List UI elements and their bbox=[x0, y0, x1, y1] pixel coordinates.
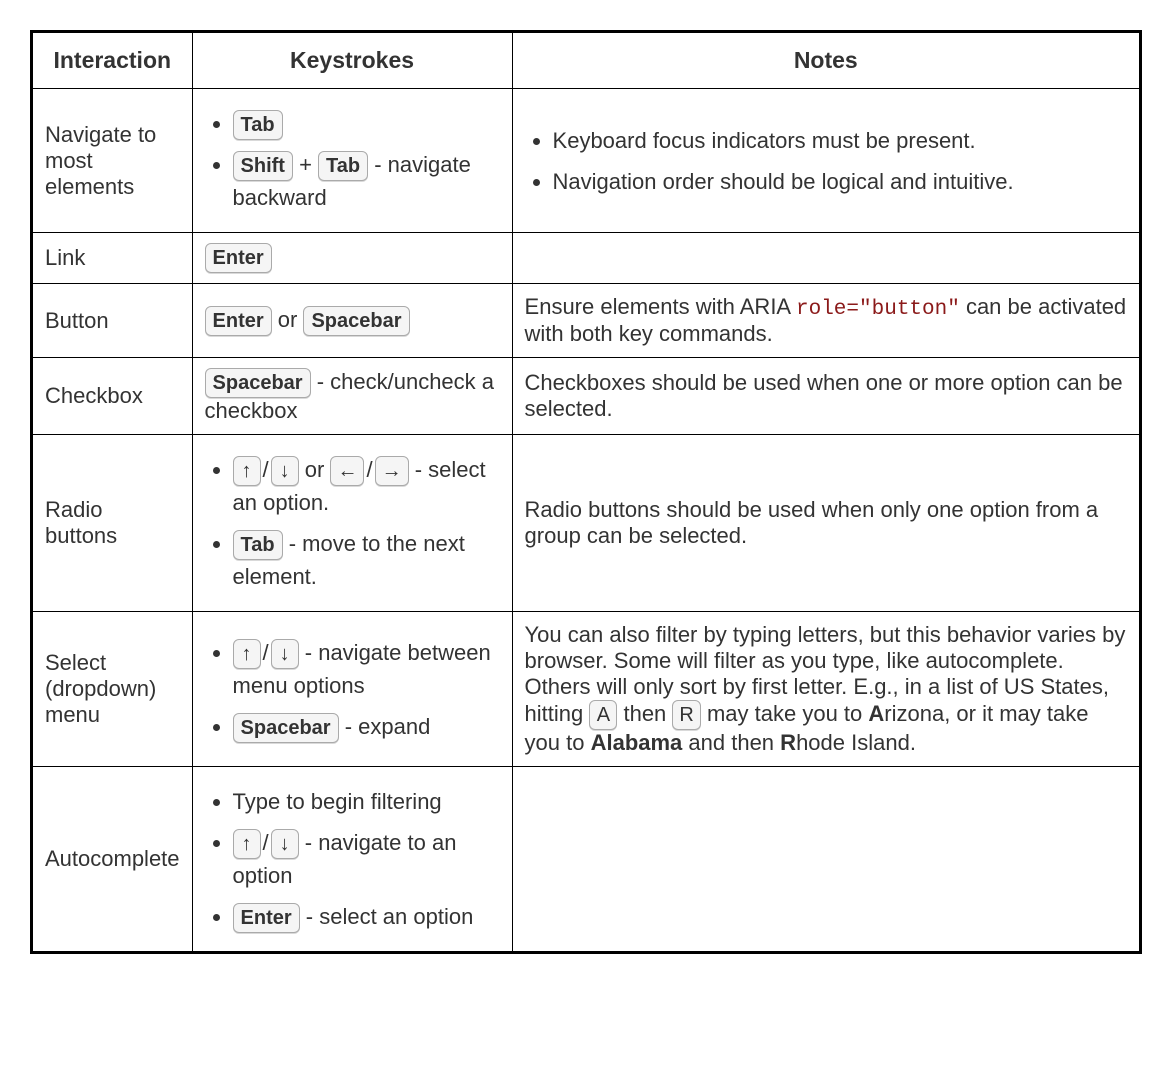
keyboard-accessibility-table: Interaction Keystrokes Notes Navigate to… bbox=[30, 30, 1142, 954]
cell-notes bbox=[512, 233, 1140, 284]
table-row: Autocomplete Type to begin filtering ↑/↓… bbox=[32, 767, 1141, 953]
bold-text: Alabama bbox=[591, 730, 683, 755]
plus-text: + bbox=[293, 152, 318, 177]
list-item: Keyboard focus indicators must be presen… bbox=[553, 124, 1127, 157]
key-spacebar: Spacebar bbox=[303, 306, 409, 336]
table-row: Button Enter or Spacebar Ensure elements… bbox=[32, 284, 1141, 358]
cell-interaction: Autocomplete bbox=[32, 767, 193, 953]
key-enter: Enter bbox=[233, 903, 300, 933]
cell-keystrokes: Enter bbox=[192, 233, 512, 284]
cell-interaction: Radio buttons bbox=[32, 435, 193, 612]
cell-notes: You can also filter by typing letters, b… bbox=[512, 612, 1140, 767]
list-item: Tab - move to the next element. bbox=[233, 527, 500, 593]
or-text: or bbox=[299, 457, 331, 482]
key-up-arrow-icon: ↑ bbox=[233, 829, 261, 859]
header-interaction: Interaction bbox=[32, 32, 193, 89]
key-down-arrow-icon: ↓ bbox=[271, 639, 299, 669]
keystroke-desc: - select an option bbox=[300, 904, 474, 929]
list-item: ↑/↓ - navigate between menu options bbox=[233, 636, 500, 702]
table-row: Link Enter bbox=[32, 233, 1141, 284]
key-up-arrow-icon: ↑ bbox=[233, 456, 261, 486]
key-spacebar: Spacebar bbox=[233, 713, 339, 743]
table-row: Select (dropdown) menu ↑/↓ - navigate be… bbox=[32, 612, 1141, 767]
code-text: role="button" bbox=[796, 298, 960, 321]
cell-keystrokes: Enter or Spacebar bbox=[192, 284, 512, 358]
keystroke-desc: - expand bbox=[339, 714, 431, 739]
slash-text: / bbox=[263, 830, 269, 855]
note-text: and then bbox=[682, 730, 780, 755]
key-spacebar: Spacebar bbox=[205, 368, 311, 398]
key-up-arrow-icon: ↑ bbox=[233, 639, 261, 669]
note-text: then bbox=[617, 701, 672, 726]
bold-text: A bbox=[868, 701, 884, 726]
cell-notes: Ensure elements with ARIA role="button" … bbox=[512, 284, 1140, 358]
key-down-arrow-icon: ↓ bbox=[271, 456, 299, 486]
key-r: R bbox=[672, 700, 700, 730]
cell-interaction: Link bbox=[32, 233, 193, 284]
note-text: may take you to bbox=[701, 701, 869, 726]
table-header-row: Interaction Keystrokes Notes bbox=[32, 32, 1141, 89]
slash-text: / bbox=[263, 457, 269, 482]
or-text: or bbox=[272, 307, 304, 332]
key-tab: Tab bbox=[233, 110, 283, 140]
key-enter: Enter bbox=[205, 243, 272, 273]
table-row: Checkbox Spacebar - check/uncheck a chec… bbox=[32, 358, 1141, 435]
cell-keystrokes: Type to begin filtering ↑/↓ - navigate t… bbox=[192, 767, 512, 953]
list-item: ↑/↓ or ←/→ - select an option. bbox=[233, 453, 500, 519]
key-shift: Shift bbox=[233, 151, 293, 181]
list-item: Spacebar - expand bbox=[233, 710, 500, 743]
cell-keystrokes: Tab Shift + Tab - navigate backward bbox=[192, 89, 512, 233]
slash-text: / bbox=[263, 640, 269, 665]
cell-interaction: Checkbox bbox=[32, 358, 193, 435]
key-a: A bbox=[589, 700, 617, 730]
cell-notes: Radio buttons should be used when only o… bbox=[512, 435, 1140, 612]
list-item: Type to begin filtering bbox=[233, 785, 500, 818]
cell-interaction: Navigate to most elements bbox=[32, 89, 193, 233]
cell-notes: Keyboard focus indicators must be presen… bbox=[512, 89, 1140, 233]
list-item: Shift + Tab - navigate backward bbox=[233, 148, 500, 214]
table-row: Navigate to most elements Tab Shift + Ta… bbox=[32, 89, 1141, 233]
cell-notes bbox=[512, 767, 1140, 953]
key-left-arrow-icon: ← bbox=[330, 456, 364, 486]
list-item: ↑/↓ - navigate to an option bbox=[233, 826, 500, 892]
cell-interaction: Select (dropdown) menu bbox=[32, 612, 193, 767]
cell-keystrokes: Spacebar - check/uncheck a checkbox bbox=[192, 358, 512, 435]
cell-notes: Checkboxes should be used when one or mo… bbox=[512, 358, 1140, 435]
key-right-arrow-icon: → bbox=[375, 456, 409, 486]
table-row: Radio buttons ↑/↓ or ←/→ - select an opt… bbox=[32, 435, 1141, 612]
cell-keystrokes: ↑/↓ or ←/→ - select an option. Tab - mov… bbox=[192, 435, 512, 612]
list-item: Navigation order should be logical and i… bbox=[553, 165, 1127, 198]
header-notes: Notes bbox=[512, 32, 1140, 89]
list-item: Enter - select an option bbox=[233, 900, 500, 933]
bold-text: R bbox=[780, 730, 796, 755]
note-text: Ensure elements with ARIA bbox=[525, 294, 796, 319]
note-text: hode Island. bbox=[796, 730, 916, 755]
key-tab: Tab bbox=[233, 530, 283, 560]
slash-text: / bbox=[366, 457, 372, 482]
key-enter: Enter bbox=[205, 306, 272, 336]
key-down-arrow-icon: ↓ bbox=[271, 829, 299, 859]
list-item: Tab bbox=[233, 107, 500, 140]
key-tab: Tab bbox=[318, 151, 368, 181]
cell-interaction: Button bbox=[32, 284, 193, 358]
cell-keystrokes: ↑/↓ - navigate between menu options Spac… bbox=[192, 612, 512, 767]
header-keystrokes: Keystrokes bbox=[192, 32, 512, 89]
